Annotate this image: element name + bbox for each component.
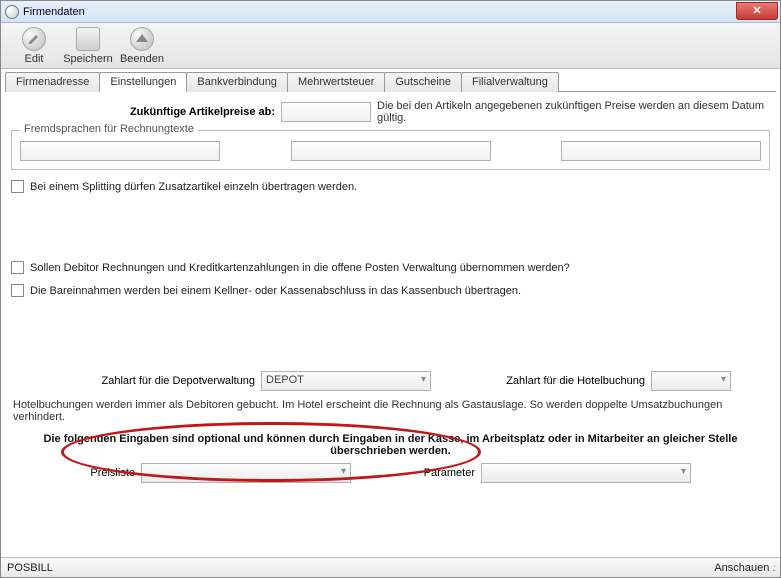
preisliste-combo[interactable] [141, 463, 351, 483]
bareinnahmen-checkbox[interactable] [11, 284, 24, 297]
optional-note: Die folgenden Eingaben sind optional und… [31, 433, 750, 457]
status-left: POSBILL [7, 562, 53, 574]
lang1-input[interactable] [20, 141, 220, 161]
preisliste-label: Preisliste [11, 467, 141, 479]
tab-mehrwertsteuer[interactable]: Mehrwertsteuer [287, 72, 385, 92]
parameter-label: Parameter [351, 467, 481, 479]
tab-gutscheine[interactable]: Gutscheine [384, 72, 462, 92]
splitting-row: Bei einem Splitting dürfen Zusatzartikel… [11, 180, 770, 193]
pencil-icon [22, 27, 46, 51]
save-button[interactable]: Speichern [61, 27, 115, 65]
parameter-combo[interactable] [481, 463, 691, 483]
debitor-row: Sollen Debitor Rechnungen und Kreditkart… [11, 261, 770, 274]
lang2-input[interactable] [291, 141, 491, 161]
future-prices-help: Die bei den Artikeln angegebenen zukünft… [377, 100, 770, 124]
titlebar: Firmendaten ✕ [1, 1, 780, 23]
tab-bankverbindung[interactable]: Bankverbindung [186, 72, 288, 92]
edit-label: Edit [25, 53, 44, 65]
resize-grip[interactable]: .: [772, 563, 774, 574]
hotel-combo[interactable] [651, 371, 731, 391]
lang3-input[interactable] [561, 141, 761, 161]
save-label: Speichern [63, 53, 113, 65]
splitting-checkbox[interactable] [11, 180, 24, 193]
lang-fieldset: Fremdsprachen für Rechnungtexte [11, 130, 770, 170]
depot-combo[interactable]: DEPOT [261, 371, 431, 391]
disk-icon [76, 27, 100, 51]
debitor-checkbox[interactable] [11, 261, 24, 274]
lang-legend: Fremdsprachen für Rechnungtexte [20, 123, 198, 135]
future-prices-label: Zukünftige Artikelpreise ab: [11, 106, 281, 118]
tab-filialverwaltung[interactable]: Filialverwaltung [461, 72, 559, 92]
toolbar: Edit Speichern Beenden [1, 23, 780, 69]
hotel-label: Zahlart für die Hotelbuchung [431, 375, 651, 387]
bareinnahmen-label: Die Bareinnahmen werden bei einem Kellne… [30, 285, 521, 297]
future-prices-input[interactable] [281, 102, 371, 122]
tabs: Firmenadresse Einstellungen Bankverbindu… [5, 71, 776, 92]
exit-icon [130, 27, 154, 51]
bareinnahmen-row: Die Bareinnahmen werden bei einem Kellne… [11, 284, 770, 297]
quit-button[interactable]: Beenden [115, 27, 169, 65]
edit-button[interactable]: Edit [7, 27, 61, 65]
tab-content: Zukünftige Artikelpreise ab: Die bei den… [1, 92, 780, 556]
depot-label: Zahlart für die Depotverwaltung [11, 375, 261, 387]
debitor-label: Sollen Debitor Rechnungen und Kreditkart… [30, 262, 570, 274]
tab-einstellungen[interactable]: Einstellungen [99, 72, 187, 92]
quit-label: Beenden [120, 53, 164, 65]
tab-firmenadresse[interactable]: Firmenadresse [5, 72, 100, 92]
app-icon [5, 5, 19, 19]
close-button[interactable]: ✕ [736, 2, 778, 20]
window-title: Firmendaten [23, 6, 85, 18]
status-right: Anschauen [714, 562, 769, 574]
hotel-note: Hotelbuchungen werden immer als Debitore… [13, 399, 768, 423]
splitting-label: Bei einem Splitting dürfen Zusatzartikel… [30, 181, 357, 193]
statusbar: POSBILL Anschauen .: [1, 557, 780, 577]
